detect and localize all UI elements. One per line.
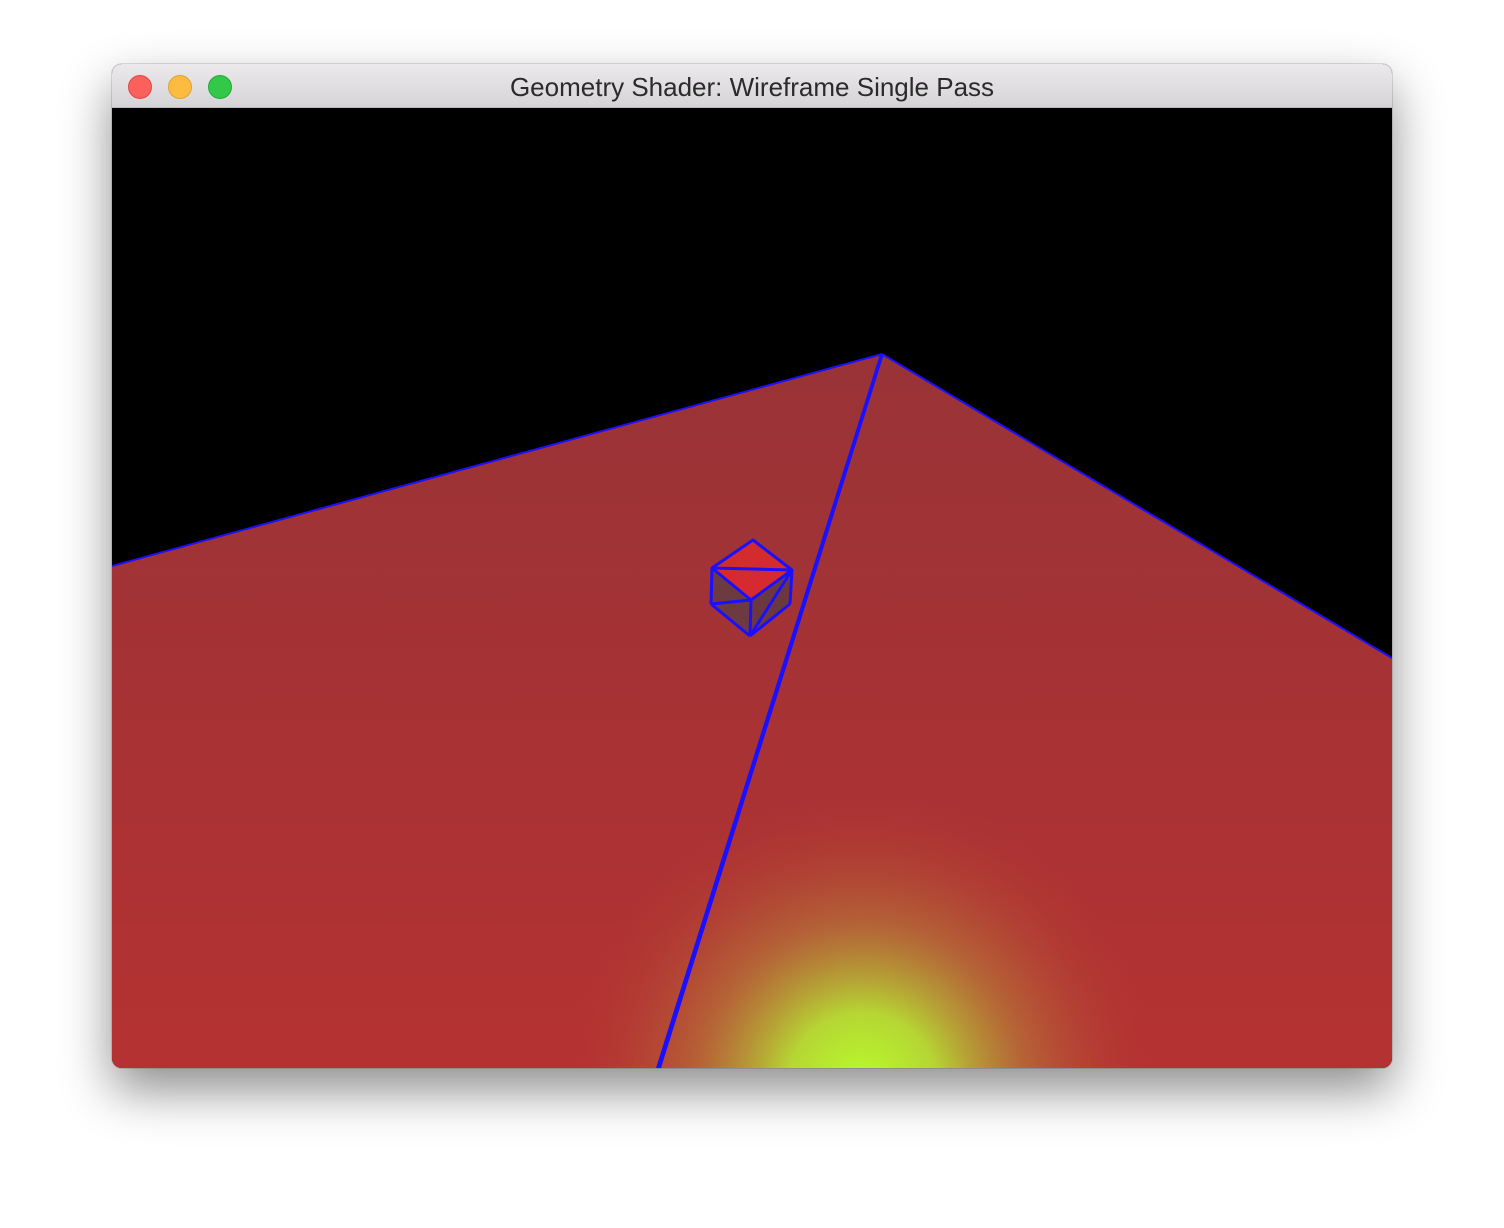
scene-canvas — [112, 108, 1392, 1068]
render-viewport[interactable] — [112, 108, 1392, 1068]
window-title: Geometry Shader: Wireframe Single Pass — [509, 72, 995, 102]
title-bar[interactable]: Geometry Shader: Wireframe Single Pass — [112, 64, 1392, 108]
app-window: Geometry Shader: Wireframe Single Pass — [112, 64, 1392, 1068]
